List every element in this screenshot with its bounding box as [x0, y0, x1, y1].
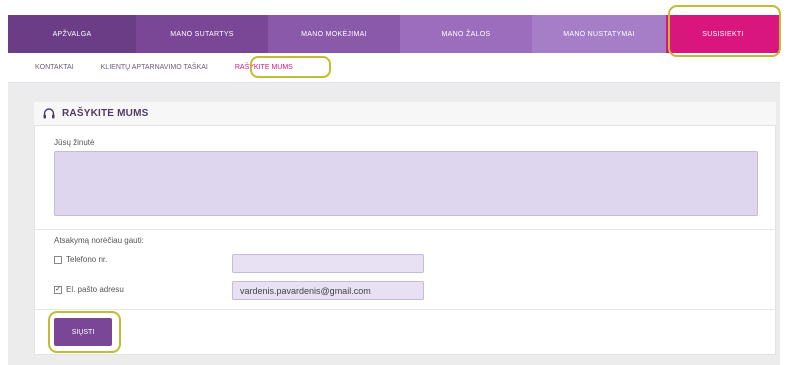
send-button[interactable]: SIŲSTI	[54, 318, 112, 346]
message-textarea[interactable]	[54, 151, 758, 216]
tab-mano-zalos[interactable]: MANO ŽALOS	[400, 15, 532, 53]
subnav-rasykite-mums[interactable]: RAŠYKITE MUMS	[208, 64, 293, 71]
tab-apzvalga[interactable]: APŽVALGA	[8, 15, 136, 53]
form-title: RAŠYKITE MUMS	[62, 108, 149, 119]
reply-preference-label: Atsakymą norėčiau gauti:	[54, 236, 144, 245]
divider	[34, 229, 776, 230]
sub-navigation: KONTAKTAI KLIENTŲ APTARNAVIMO TAŠKAI RAŠ…	[8, 53, 780, 83]
tab-mano-mokejimai[interactable]: MANO MOKĖJIMAI	[268, 15, 400, 53]
email-label: El. pašto adresu	[66, 285, 124, 294]
tab-mano-nustatymai[interactable]: MANO NUSTATYMAI	[532, 15, 666, 53]
email-checkbox[interactable]: ✓	[54, 286, 62, 294]
tab-susisiekti[interactable]: SUSISIEKTI	[666, 15, 780, 53]
subnav-klientu-aptarnavimo-taskai[interactable]: KLIENTŲ APTARNAVIMO TAŠKAI	[74, 64, 208, 71]
phone-label: Telefono nr.	[66, 255, 108, 264]
divider	[34, 309, 776, 310]
main-navigation: APŽVALGA MANO SUTARTYS MANO MOKĖJIMAI MA…	[8, 15, 780, 53]
phone-input[interactable]	[232, 254, 424, 273]
phone-checkbox[interactable]	[54, 256, 62, 264]
message-label: Jūsų žinutė	[54, 138, 95, 147]
card-header: RAŠYKITE MUMS	[34, 102, 776, 126]
headset-icon	[42, 107, 56, 121]
subnav-kontaktai[interactable]: KONTAKTAI	[8, 64, 74, 71]
tab-mano-sutartys[interactable]: MANO SUTARTYS	[136, 15, 268, 53]
email-input[interactable]: vardenis.pavardenis@gmail.com	[232, 281, 424, 300]
